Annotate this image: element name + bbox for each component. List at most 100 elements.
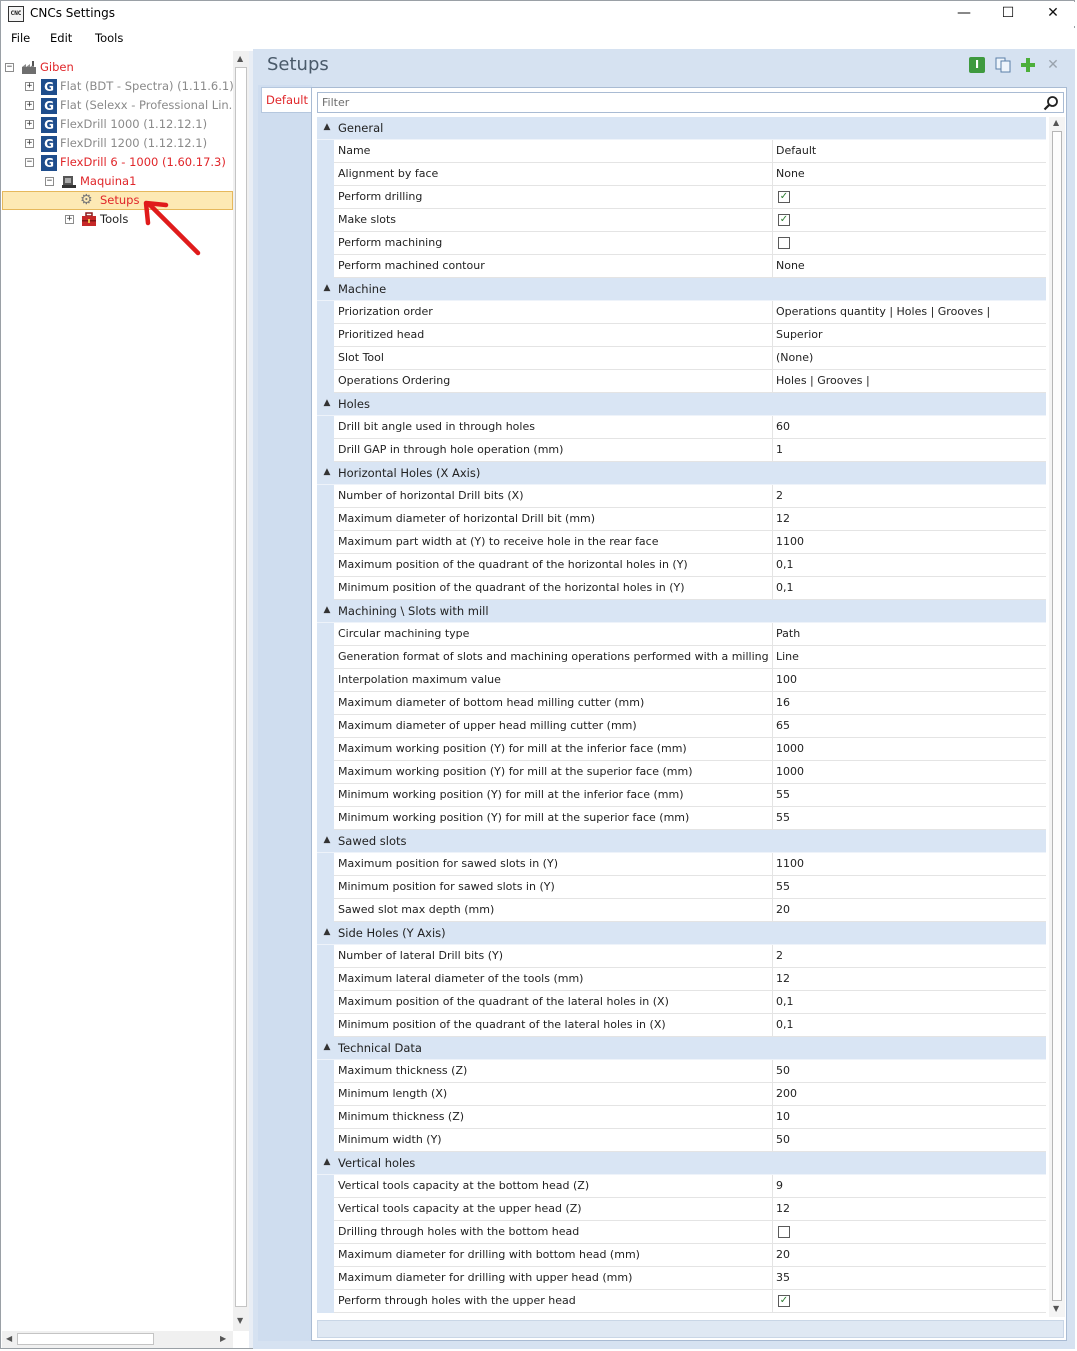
property-value[interactable]: 65 xyxy=(773,715,1046,738)
property-value[interactable]: 0,1 xyxy=(773,554,1046,577)
tree-node-machine[interactable]: + G FlexDrill 1000 (1.12.12.1) xyxy=(2,115,232,134)
property-row[interactable]: Priorization order Operations quantity | … xyxy=(317,301,1046,324)
property-row[interactable]: Maximum diameter of horizontal Drill bit… xyxy=(317,508,1046,531)
maximize-button[interactable]: ☐ xyxy=(985,2,1031,26)
scroll-thumb[interactable] xyxy=(17,1333,154,1345)
property-value[interactable]: 35 xyxy=(773,1267,1046,1290)
collapse-chevron-icon[interactable]: ▲ xyxy=(322,282,332,294)
tab-default[interactable]: Default xyxy=(261,87,312,113)
property-row[interactable]: Maximum diameter for drilling with upper… xyxy=(317,1267,1046,1290)
menu-file[interactable]: File xyxy=(11,31,30,45)
property-row[interactable]: Maximum lateral diameter of the tools (m… xyxy=(317,968,1046,991)
property-value[interactable]: 1000 xyxy=(773,738,1046,761)
property-value[interactable]: 1 xyxy=(773,439,1046,462)
delete-icon[interactable]: ✕ xyxy=(1045,57,1061,73)
property-row[interactable]: Minimum working position (Y) for mill at… xyxy=(317,807,1046,830)
tree-node-maquina1[interactable]: − Maquina1 xyxy=(2,172,232,191)
property-value[interactable]: (None) xyxy=(773,347,1046,370)
collapse-chevron-icon[interactable]: ▲ xyxy=(322,834,332,846)
property-value[interactable]: Default xyxy=(773,140,1046,163)
collapse-chevron-icon[interactable]: ▲ xyxy=(322,121,332,133)
collapse-chevron-icon[interactable]: ▲ xyxy=(322,604,332,616)
property-row[interactable]: Maximum position of the quadrant of the … xyxy=(317,991,1046,1014)
property-row[interactable]: Prioritized head Superior xyxy=(317,324,1046,347)
property-value[interactable]: 20 xyxy=(773,1244,1046,1267)
property-row[interactable]: Sawed slot max depth (mm) 20 xyxy=(317,899,1046,922)
property-value[interactable]: 50 xyxy=(773,1129,1046,1152)
property-row[interactable]: Number of lateral Drill bits (Y) 2 xyxy=(317,945,1046,968)
property-row[interactable]: Perform drilling ✓ xyxy=(317,186,1046,209)
property-value[interactable]: 200 xyxy=(773,1083,1046,1106)
close-button[interactable]: ✕ xyxy=(1030,2,1076,26)
property-row[interactable]: Slot Tool (None) xyxy=(317,347,1046,370)
property-row[interactable]: Interpolation maximum value 100 xyxy=(317,669,1046,692)
add-icon[interactable] xyxy=(1020,57,1036,73)
expand-icon[interactable]: + xyxy=(25,82,34,91)
scroll-down-icon[interactable]: ▼ xyxy=(237,1316,243,1325)
property-value[interactable]: 55 xyxy=(773,876,1046,899)
property-value[interactable]: 12 xyxy=(773,1198,1046,1221)
property-row[interactable]: Perform machining xyxy=(317,232,1046,255)
tree-horizontal-scrollbar[interactable]: ◀ ▶ xyxy=(2,1331,233,1348)
checked-checkbox[interactable]: ✓ xyxy=(778,214,790,226)
property-row[interactable]: Minimum position for sawed slots in (Y) 5… xyxy=(317,876,1046,899)
property-value[interactable]: Path xyxy=(773,623,1046,646)
category-header[interactable]: ▲ Holes xyxy=(317,393,1046,416)
property-value[interactable]: Holes | Grooves | xyxy=(773,370,1046,393)
property-row[interactable]: Maximum diameter for drilling with botto… xyxy=(317,1244,1046,1267)
checked-checkbox[interactable]: ✓ xyxy=(778,191,790,203)
menu-edit[interactable]: Edit xyxy=(50,31,72,45)
property-value[interactable]: 0,1 xyxy=(773,1014,1046,1037)
property-value[interactable]: ✓ xyxy=(773,209,1046,232)
property-row[interactable]: Maximum part width at (Y) to receive hol… xyxy=(317,531,1046,554)
property-value[interactable]: 2 xyxy=(773,945,1046,968)
scroll-up-icon[interactable]: ▲ xyxy=(237,54,243,63)
expand-icon[interactable]: + xyxy=(25,120,34,129)
property-row[interactable]: Perform through holes with the upper hea… xyxy=(317,1290,1046,1313)
tree-node-machine[interactable]: + G FlexDrill 1200 (1.12.12.1) xyxy=(2,134,232,153)
property-value[interactable]: 1000 xyxy=(773,761,1046,784)
property-row[interactable]: Circular machining type Path xyxy=(317,623,1046,646)
property-value[interactable]: Operations quantity | Holes | Grooves | xyxy=(773,301,1046,324)
property-row[interactable]: Drilling through holes with the bottom h… xyxy=(317,1221,1046,1244)
collapse-chevron-icon[interactable]: ▲ xyxy=(322,466,332,478)
property-row[interactable]: Maximum diameter of upper head milling c… xyxy=(317,715,1046,738)
collapse-chevron-icon[interactable]: ▲ xyxy=(322,397,332,409)
property-row[interactable]: Maximum diameter of bottom head milling … xyxy=(317,692,1046,715)
property-value[interactable]: 10 xyxy=(773,1106,1046,1129)
expand-icon[interactable]: + xyxy=(65,215,74,224)
property-value[interactable]: ✓ xyxy=(773,1290,1046,1313)
checked-checkbox[interactable]: ✓ xyxy=(778,1295,790,1307)
tree-node-machine[interactable]: + G Flat (Selexx - Professional Lin... xyxy=(2,96,240,115)
scroll-right-icon[interactable]: ▶ xyxy=(220,1334,226,1343)
property-row[interactable]: Alignment by face None xyxy=(317,163,1046,186)
property-value[interactable]: 1100 xyxy=(773,531,1046,554)
property-value[interactable]: 2 xyxy=(773,485,1046,508)
property-row[interactable]: Name Default xyxy=(317,140,1046,163)
category-header[interactable]: ▲ Side Holes (Y Axis) xyxy=(317,922,1046,945)
property-row[interactable]: Vertical tools capacity at the bottom he… xyxy=(317,1175,1046,1198)
property-value[interactable] xyxy=(773,1221,1046,1244)
property-value[interactable]: 20 xyxy=(773,899,1046,922)
property-value[interactable]: 100 xyxy=(773,669,1046,692)
property-value[interactable]: 9 xyxy=(773,1175,1046,1198)
minimize-button[interactable]: — xyxy=(941,2,987,26)
expand-icon[interactable]: + xyxy=(25,139,34,148)
property-value[interactable]: 12 xyxy=(773,968,1046,991)
filter-box[interactable] xyxy=(317,92,1064,113)
property-row[interactable]: Perform machined contour None xyxy=(317,255,1046,278)
collapse-chevron-icon[interactable]: ▲ xyxy=(322,1156,332,1168)
tree-node-machine[interactable]: + G Flat (BDT - Spectra) (1.11.6.1) xyxy=(2,77,234,96)
property-row[interactable]: Minimum position of the quadrant of the … xyxy=(317,577,1046,600)
collapse-icon[interactable]: − xyxy=(45,177,54,186)
category-header[interactable]: ▲ Machining \ Slots with mill xyxy=(317,600,1046,623)
property-row[interactable]: Minimum thickness (Z) 10 xyxy=(317,1106,1046,1129)
category-header[interactable]: ▲ General xyxy=(317,117,1046,140)
property-row[interactable]: Maximum working position (Y) for mill at… xyxy=(317,738,1046,761)
property-value[interactable]: ✓ xyxy=(773,186,1046,209)
scroll-up-icon[interactable]: ▲ xyxy=(1053,118,1059,127)
category-header[interactable]: ▲ Horizontal Holes (X Axis) xyxy=(317,462,1046,485)
property-value[interactable]: 16 xyxy=(773,692,1046,715)
category-header[interactable]: ▲ Vertical holes xyxy=(317,1152,1046,1175)
property-value[interactable]: 1100 xyxy=(773,853,1046,876)
